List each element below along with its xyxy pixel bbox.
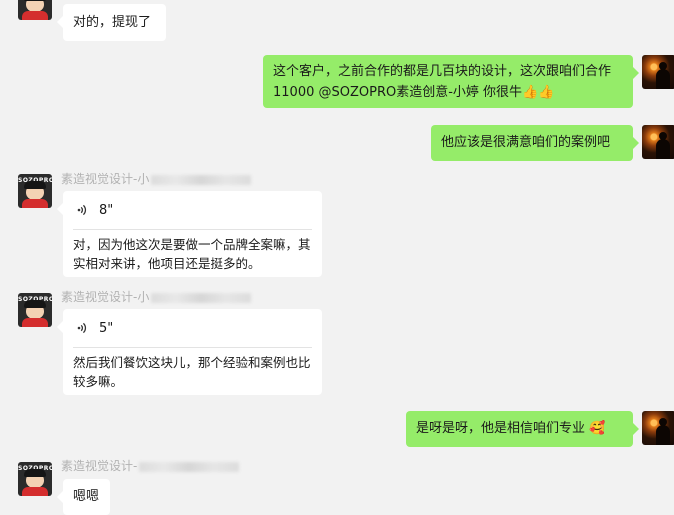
message-text: 嗯嗯	[73, 489, 100, 504]
message-text: 他应该是很满意咱们的案例吧	[441, 135, 611, 150]
avatar-sozopro[interactable]: SOZOPRO	[18, 174, 52, 208]
message-bubble[interactable]: 这个客户，之前合作的都是几百块的设计，这次跟咱们合作11000 @SOZOPRO…	[263, 55, 639, 108]
message-bubble[interactable]: 他应该是很满意咱们的案例吧	[431, 125, 639, 161]
voice-play-row[interactable]: 8"	[63, 191, 322, 229]
avatar-self[interactable]	[642, 125, 674, 159]
divider	[73, 229, 312, 230]
redacted-name	[151, 292, 252, 303]
blushing-emoji-icon: 🥰	[589, 421, 606, 436]
voice-message-bubble[interactable]: 5" 然后我们餐饮这块儿，那个经验和案例也比较多嘛。	[57, 309, 322, 395]
voice-transcript: 对，因为他这次是要做一个品牌全案嘛，其实相对来讲，他项目还是挺多的。	[73, 237, 311, 271]
divider	[73, 347, 312, 348]
message-text: 是呀是呀，他是相信咱们专业	[416, 421, 586, 436]
message-text: 这个客户，之前合作的都是几百块的设计，这次跟咱们合作11000 @SOZOPRO…	[273, 64, 612, 100]
sender-name: 素造视觉设计-	[61, 457, 240, 474]
message-text: 对的，提现了	[73, 15, 152, 30]
sender-name: 素造视觉设计-小	[61, 170, 252, 187]
voice-play-row[interactable]: 5"	[63, 309, 322, 347]
message-bubble[interactable]: 嗯嗯	[57, 479, 110, 515]
voice-message-bubble[interactable]: 8" 对，因为他这次是要做一个品牌全案嘛，其实相对来讲，他项目还是挺多的。	[57, 191, 322, 277]
avatar-sozopro[interactable]: SOZOPRO	[18, 462, 52, 496]
voice-wave-icon	[75, 203, 89, 217]
avatar-sozopro[interactable]: SOZOPRO	[18, 0, 52, 20]
voice-duration: 5"	[99, 320, 114, 336]
message-bubble[interactable]: 对的，提现了	[57, 4, 166, 41]
sender-name: 素造视觉设计-小	[61, 288, 252, 305]
avatar-sozopro[interactable]: SOZOPRO	[18, 293, 52, 327]
redacted-name	[139, 461, 240, 472]
thumbs-up-emoji-icon: 👍👍	[522, 85, 555, 100]
avatar-self[interactable]	[642, 411, 674, 445]
voice-transcript: 然后我们餐饮这块儿，那个经验和案例也比较多嘛。	[73, 355, 311, 389]
message-bubble[interactable]: 是呀是呀，他是相信咱们专业 🥰	[406, 411, 639, 447]
avatar-self[interactable]	[642, 55, 674, 89]
voice-duration: 8"	[99, 202, 114, 218]
voice-wave-icon	[75, 321, 89, 335]
redacted-name	[151, 174, 252, 185]
